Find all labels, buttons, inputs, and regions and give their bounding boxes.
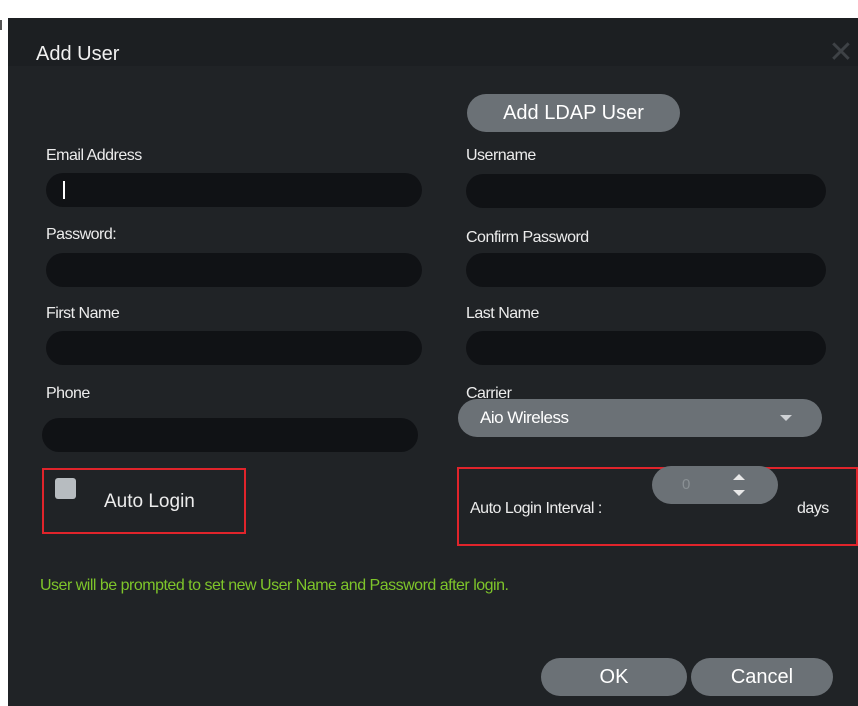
email-field[interactable] xyxy=(46,173,422,207)
last-name-field[interactable] xyxy=(466,331,826,365)
ok-button[interactable]: OK xyxy=(541,658,687,696)
auto-login-interval-spinner[interactable]: 0 xyxy=(652,466,778,504)
password-label: Password: xyxy=(46,226,117,243)
chevron-down-icon xyxy=(780,415,792,421)
title-bar: Add User ✕ xyxy=(8,18,858,68)
carrier-select[interactable]: Aio Wireless xyxy=(458,399,822,437)
login-prompt-note: User will be prompted to set new User Na… xyxy=(40,577,509,594)
auto-login-label[interactable]: Auto Login xyxy=(104,491,195,513)
dialog-title: Add User xyxy=(36,43,120,65)
confirm-password-field[interactable] xyxy=(466,253,826,287)
auto-login-checkbox[interactable] xyxy=(55,478,76,499)
last-name-label: Last Name xyxy=(466,305,539,322)
first-name-label: First Name xyxy=(46,305,120,322)
interval-value[interactable]: 0 xyxy=(682,476,690,493)
cancel-button[interactable]: Cancel xyxy=(691,658,833,696)
confirm-password-label: Confirm Password xyxy=(466,229,589,246)
phone-label: Phone xyxy=(46,385,90,402)
add-ldap-user-button[interactable]: Add LDAP User xyxy=(467,94,680,132)
spin-down-icon[interactable] xyxy=(724,485,754,501)
spin-up-icon[interactable] xyxy=(724,469,754,485)
carrier-selected-value: Aio Wireless xyxy=(480,408,569,427)
close-icon[interactable]: ✕ xyxy=(828,38,854,68)
username-field[interactable] xyxy=(466,174,826,208)
window-edge-marker xyxy=(0,20,2,30)
password-field[interactable] xyxy=(46,253,422,287)
username-label: Username xyxy=(466,147,536,164)
phone-field[interactable] xyxy=(42,418,418,452)
email-label: Email Address xyxy=(46,147,142,164)
first-name-field[interactable] xyxy=(46,331,422,365)
interval-unit-label: days xyxy=(797,500,829,517)
text-caret xyxy=(63,181,65,199)
auto-login-interval-label: Auto Login Interval : xyxy=(470,500,602,517)
